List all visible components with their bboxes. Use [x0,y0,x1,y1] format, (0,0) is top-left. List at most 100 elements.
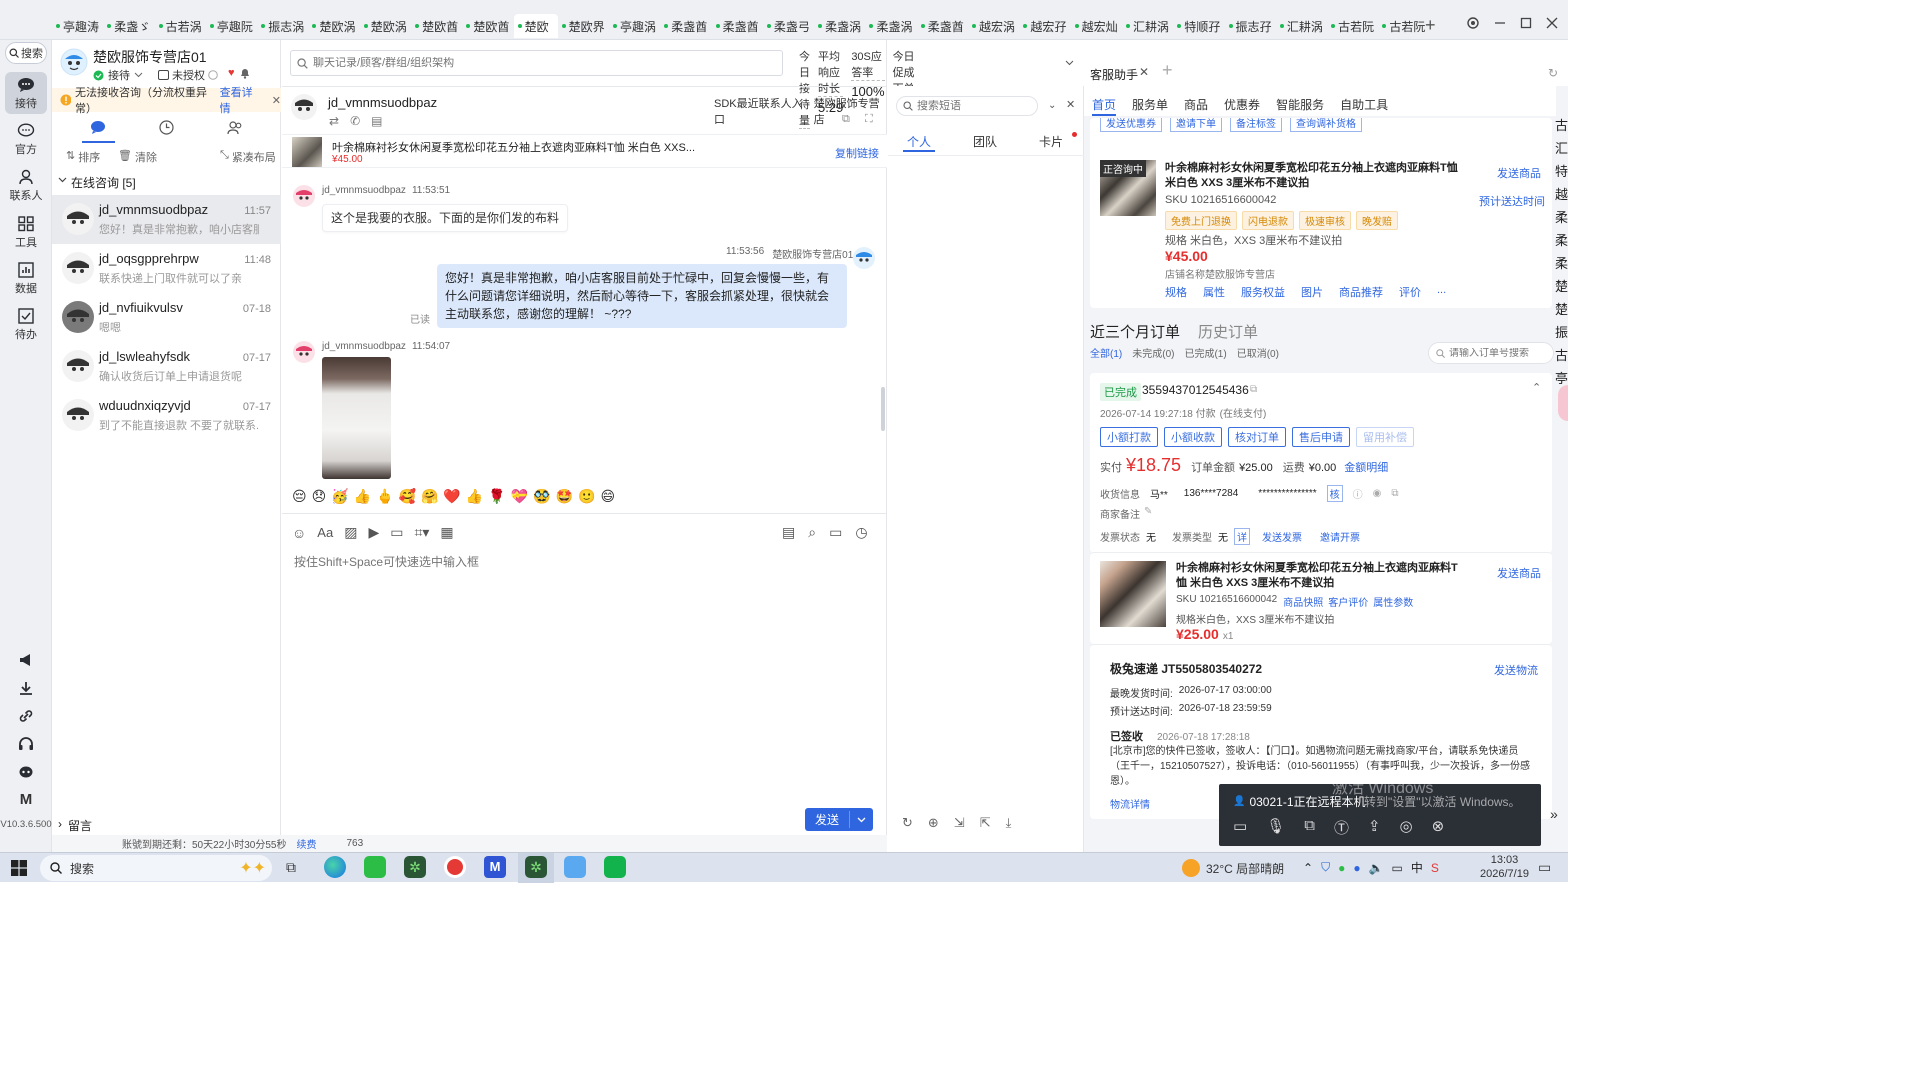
sdk-link[interactable]: SDK最近联系人入口 [714,95,808,127]
search-button[interactable]: 搜索 [5,42,47,64]
order-action-button[interactable]: 小额打款 [1100,427,1158,447]
chat-icon[interactable]: ▭ [1233,817,1247,838]
side-store-label[interactable]: 楚 [1555,299,1568,318]
store-tab[interactable]: 柔盏酋 [712,14,763,38]
order-item-image[interactable] [1100,561,1166,627]
invite-invoice-link[interactable]: 邀请开票 [1320,529,1360,544]
emoji-button[interactable]: ❤️ [443,488,460,505]
store-tab[interactable]: 柔盏涡 [814,14,865,38]
tray-expand-icon[interactable]: ⌃ [1303,861,1313,875]
leave-message-header[interactable]: › 留言 [58,817,92,834]
session-item[interactable]: jd_nvfiuikvulsv 07-18 嗯嗯 [52,293,281,342]
add-icon[interactable]: ⊕ [928,815,939,831]
send-button[interactable]: 发送 [805,808,849,831]
invoice-detail-button[interactable]: 详 [1234,528,1250,545]
phrase-search-input[interactable] [917,100,1027,112]
windows-start-icon[interactable] [11,860,27,876]
app-tray-icon[interactable]: ● [1353,861,1360,875]
customer-avatar[interactable] [290,93,318,121]
customer-image-message[interactable] [322,357,391,479]
assistant-nav-tab[interactable]: 服务单 [1124,86,1176,116]
rail-item-todo[interactable]: 待办 [0,308,52,342]
amount-detail-link[interactable]: 金额明细 [1344,459,1388,475]
copy-link-button[interactable]: 复制链接 [835,145,879,161]
weather-icon[interactable] [1182,859,1200,877]
send-options-button[interactable] [850,808,873,831]
store-tab[interactable]: 柔盏涡 [865,14,916,38]
store-tab[interactable]: 楚欧酋 [411,14,462,38]
side-store-label[interactable]: 柔 [1555,207,1568,226]
app-m-icon[interactable]: M [484,856,506,878]
store-tab[interactable]: 柔盏酋 [660,14,711,38]
session-item[interactable]: jd_lswleahyfsdk 07-17 确认收货后订单上申请退货呢 [52,342,281,391]
download-icon[interactable] [0,681,52,697]
send-product-button[interactable]: 发送商品 [1497,165,1541,181]
comment-icon[interactable]: ▭ [829,524,842,541]
chat-scrollbar[interactable] [881,387,885,431]
side-store-label[interactable]: 古 [1555,345,1568,364]
side-floating-avatar[interactable] [1558,385,1568,421]
order-action-button[interactable]: 售后申请 [1292,427,1350,447]
note-icon[interactable]: ▤ [371,114,382,128]
logistics-detail-link[interactable]: 物流详情 [1110,796,1150,811]
product-link[interactable]: 服务权益 [1241,284,1285,300]
session-item[interactable]: jd_oqsgpprehrpw 11:48 联系快递上门取件就可以了亲 [52,244,281,293]
status-dropdown[interactable]: 接待 [93,67,143,83]
close-panel-icon[interactable]: ✕ [1066,98,1075,111]
side-store-label[interactable]: 汇 [1555,138,1568,157]
tab-personal[interactable]: 个人 [907,133,931,150]
phone-icon[interactable]: ✆ [350,114,360,128]
order-action-button[interactable]: 小额收款 [1164,427,1222,447]
emoji-button[interactable]: 🥳 [331,488,348,505]
auth-status[interactable]: 未授权 [158,67,218,83]
emoji-button[interactable]: 🥸 [533,488,550,505]
text-icon[interactable]: Ⓣ [1334,817,1349,838]
phrase-search-box[interactable] [896,96,1038,116]
weather-text[interactable]: 32°C 局部晴朗 [1206,860,1284,877]
session-item[interactable]: jd_vmnmsuodbpaz 11:57 您好！真是非常抱歉，咱小店客服... [52,195,281,244]
online-group-header[interactable]: 在线咨询 [5] [58,174,136,191]
volume-icon[interactable]: 🔈 [1369,861,1384,875]
check-address-button[interactable]: 核 [1326,485,1343,502]
store-tab[interactable]: 楚欧涡 [308,14,359,38]
warning-close-icon[interactable]: ✕ [272,94,281,107]
emoji-button[interactable]: 🌹 [488,488,505,505]
rail-item-reception[interactable]: 接待 [5,72,47,114]
warning-link[interactable]: 查看详情 [220,84,260,116]
robot-icon[interactable] [0,765,52,781]
emoji-button[interactable]: 💝 [511,488,528,505]
emoji-button[interactable]: 🙂 [578,488,595,505]
sogou-icon[interactable]: S [1431,861,1439,875]
order-search-input[interactable] [1449,347,1549,359]
assistant-nav-tab[interactable]: 首页 [1084,86,1124,116]
expand-right-icon[interactable]: » [1550,806,1558,822]
emoji-button[interactable]: 🤗 [421,488,438,505]
global-search-box[interactable] [290,50,783,76]
order-item-link[interactable]: 客户评价 [1328,594,1368,609]
rail-item-official[interactable]: 官方 [0,123,52,157]
order-filter[interactable]: 已取消(0) [1237,345,1279,360]
store-tab[interactable]: 古若涡 [155,14,206,38]
shield-icon[interactable]: ⛉ [1321,860,1330,875]
assistant-nav-tab[interactable]: 智能服务 [1268,86,1332,116]
emoji-button[interactable]: 👍 [466,488,483,505]
product-link[interactable]: 图片 [1301,284,1323,300]
assistant-nav-tab[interactable]: 商品 [1176,86,1216,116]
message-input[interactable] [294,553,874,803]
font-icon[interactable]: Aa [317,525,333,540]
notification-icon[interactable]: ▭ [1538,859,1551,876]
store-tab[interactable]: 亭趣阮 [206,14,257,38]
store-tab[interactable]: 柔盏ゞ [103,14,154,38]
rail-item-contacts[interactable]: 联系人 [0,169,52,203]
quick-action-button[interactable]: 备注标签 [1230,118,1282,132]
ime-label[interactable]: 中 [1411,859,1423,876]
store-tab[interactable]: 亭趣涡 [609,14,660,38]
bag-icon[interactable]: ⛶ [865,113,873,126]
tab-team[interactable]: 团队 [973,133,997,150]
app-chat-icon[interactable] [604,856,626,878]
store-tab[interactable]: 柔盏酋 [917,14,968,38]
order-action-button[interactable]: 留用补偿 [1356,427,1414,447]
store-tab[interactable]: 越宏孖 [1019,14,1070,38]
group-icon[interactable] [227,120,243,135]
global-search-input[interactable] [313,57,753,69]
